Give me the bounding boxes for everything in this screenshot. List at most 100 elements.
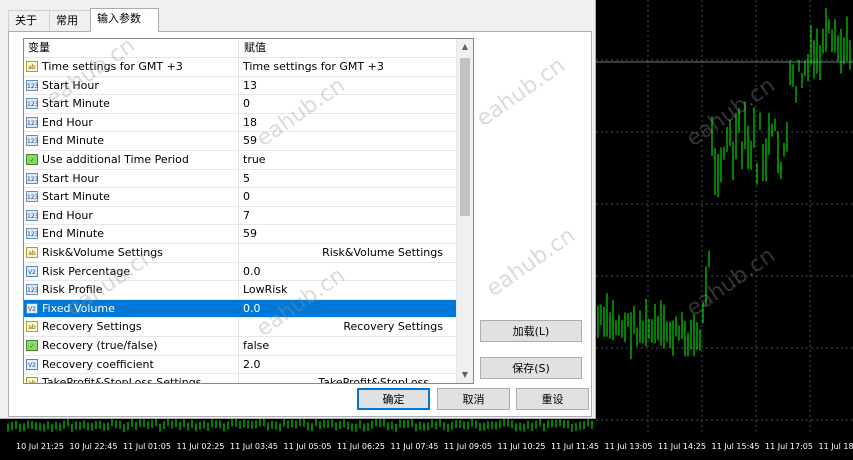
- table-row[interactable]: 123 Start Minute 0: [24, 95, 456, 114]
- param-value[interactable]: 59: [243, 132, 451, 150]
- param-name: Start Minute: [42, 97, 110, 111]
- param-name: Risk Percentage: [42, 264, 131, 278]
- param-value[interactable]: LowRisk: [243, 281, 451, 299]
- table-row[interactable]: ✓ Recovery (true/false) false: [24, 336, 456, 356]
- table-row[interactable]: 123 End Minute 59: [24, 225, 456, 244]
- tab-inputs[interactable]: 输入参数: [90, 8, 159, 32]
- string-type-icon: ab: [26, 246, 38, 258]
- time-tick-label: 11 Jul 15:45: [711, 442, 760, 451]
- param-name-cell[interactable]: ab Time settings for GMT +3: [24, 58, 239, 76]
- bool-type-icon: ✓: [26, 153, 38, 165]
- save-button[interactable]: 保存(S): [480, 357, 582, 379]
- table-row[interactable]: ✓ Use additional Time Period true: [24, 150, 456, 170]
- parameters-grid[interactable]: 变量 赋值 ab Time settings for GMT +3 Time set…: [23, 38, 474, 384]
- param-name-cell[interactable]: V2 Risk Percentage: [24, 262, 239, 281]
- table-row[interactable]: V2 Risk Percentage 0.0: [24, 262, 456, 282]
- scroll-up-icon[interactable]: ▲: [457, 39, 473, 55]
- time-tick-label: 10 Jul 21:25: [16, 442, 64, 451]
- table-row[interactable]: V2 Recovery coefficient 2.0: [24, 355, 456, 375]
- param-name: End Minute: [42, 227, 104, 241]
- table-row[interactable]: ab Recovery Settings Recovery Settings: [24, 318, 456, 337]
- param-name: Risk&Volume Settings: [42, 245, 163, 259]
- tab-common[interactable]: 常用: [49, 10, 93, 31]
- param-name-cell[interactable]: 123 Risk Profile: [24, 281, 239, 299]
- table-row[interactable]: 123 End Hour 18: [24, 113, 456, 133]
- table-row[interactable]: ab Time settings for GMT +3 Time settings …: [24, 58, 456, 77]
- column-header-variable[interactable]: 变量: [24, 39, 239, 57]
- param-value[interactable]: true: [243, 151, 451, 169]
- parameter-rows: ab Time settings for GMT +3 Time settings …: [24, 58, 456, 383]
- param-value[interactable]: Recovery Settings: [243, 318, 451, 336]
- param-value[interactable]: Risk&Volume Settings: [243, 244, 451, 262]
- param-value[interactable]: 5: [243, 170, 451, 188]
- time-tick-label: 10 Jul 22:45: [69, 442, 118, 451]
- param-name-cell[interactable]: ab Recovery Settings: [24, 318, 239, 336]
- param-name: Time settings for GMT +3: [42, 60, 183, 73]
- column-header-value[interactable]: 赋值: [240, 39, 454, 57]
- vertical-scrollbar[interactable]: ▲ ▼: [456, 39, 473, 383]
- param-value[interactable]: 13: [243, 77, 451, 95]
- table-row[interactable]: ab TakeProfit&StopLoss Settings TakeProfit…: [24, 374, 456, 383]
- param-name-cell[interactable]: ab TakeProfit&StopLoss Settings: [24, 374, 239, 383]
- param-value[interactable]: 59: [243, 225, 451, 243]
- time-tick-label: 11 Jul 14:25: [658, 442, 706, 451]
- param-name-cell[interactable]: ab Risk&Volume Settings: [24, 243, 239, 262]
- time-tick-label: 11 Jul 09:05: [444, 442, 492, 451]
- param-value[interactable]: 0: [243, 95, 451, 113]
- param-name: Start Hour: [42, 171, 99, 185]
- param-value[interactable]: Time settings for GMT +3: [243, 58, 451, 76]
- string-type-icon: ab: [26, 61, 38, 72]
- param-name: End Hour: [42, 115, 93, 129]
- scrollbar-thumb[interactable]: [460, 58, 470, 216]
- param-value[interactable]: 0: [243, 188, 451, 206]
- table-row[interactable]: V2 Fixed Volume 0.0: [24, 299, 456, 319]
- param-name-cell[interactable]: 123 Start Hour: [24, 76, 239, 95]
- param-name: Recovery Settings: [42, 320, 142, 334]
- table-row[interactable]: 123 Start Hour 13: [24, 76, 456, 96]
- param-name-cell[interactable]: 123 End Hour: [24, 113, 239, 132]
- param-value[interactable]: 2.0: [243, 356, 451, 374]
- param-value[interactable]: 7: [243, 207, 451, 225]
- scroll-down-icon[interactable]: ▼: [457, 367, 473, 383]
- table-row[interactable]: 123 End Hour 7: [24, 206, 456, 226]
- param-name-cell[interactable]: ✓ Recovery (true/false): [24, 336, 239, 355]
- expert-properties-dialog: 关于 常用 输入参数 变量 赋值 ab Time settings for GMT…: [0, 0, 596, 419]
- tab-about[interactable]: 关于: [8, 10, 52, 31]
- time-tick-label: 11 Jul 11:45: [551, 442, 599, 451]
- param-name-cell[interactable]: 123 Start Hour: [24, 169, 239, 188]
- param-name: Recovery (true/false): [42, 338, 158, 352]
- param-name-cell[interactable]: 123 End Minute: [24, 132, 239, 150]
- ok-button[interactable]: 确定: [357, 388, 430, 410]
- param-name-cell[interactable]: 123 Start Minute: [24, 95, 239, 113]
- param-name-cell[interactable]: 123 End Hour: [24, 206, 239, 225]
- param-name-cell[interactable]: V2 Recovery coefficient: [24, 355, 239, 374]
- param-name: Use additional Time Period: [42, 152, 189, 166]
- param-value[interactable]: 18: [243, 114, 451, 132]
- cancel-button[interactable]: 取消: [437, 388, 510, 410]
- param-name-cell[interactable]: 123 Start Minute: [24, 188, 239, 206]
- time-tick-label: 11 Jul 02:25: [176, 442, 225, 451]
- table-row[interactable]: 123 Start Minute 0: [24, 188, 456, 207]
- param-value[interactable]: false: [243, 337, 451, 355]
- time-tick-label: 11 Jul 06:25: [337, 442, 385, 451]
- table-row[interactable]: ab Risk&Volume Settings Risk&Volume Settin…: [24, 243, 456, 263]
- table-row[interactable]: 123 Risk Profile LowRisk: [24, 281, 456, 300]
- time-tick-label: 11 Jul 03:45: [230, 442, 278, 451]
- load-button[interactable]: 加载(L): [480, 320, 582, 342]
- table-row[interactable]: 123 Start Hour 5: [24, 169, 456, 189]
- param-value[interactable]: 0.0: [243, 300, 451, 318]
- string-type-icon: ab: [26, 321, 38, 333]
- param-value[interactable]: 0.0: [243, 263, 451, 281]
- integer-type-icon: 123: [26, 116, 38, 128]
- table-row[interactable]: 123 End Minute 59: [24, 132, 456, 151]
- param-name: End Minute: [42, 134, 104, 148]
- integer-type-icon: 123: [26, 209, 38, 221]
- param-name-cell[interactable]: V2 Fixed Volume: [24, 299, 239, 318]
- integer-type-icon: 123: [26, 284, 38, 296]
- time-tick-label: 11 Jul 05:05: [283, 442, 332, 451]
- param-name-cell[interactable]: 123 End Minute: [24, 225, 239, 243]
- bool-type-icon: ✓: [26, 339, 38, 351]
- param-value[interactable]: TakeProfit&StopLoss ...: [243, 374, 451, 383]
- param-name-cell[interactable]: ✓ Use additional Time Period: [24, 150, 239, 169]
- reset-button[interactable]: 重设: [516, 388, 589, 410]
